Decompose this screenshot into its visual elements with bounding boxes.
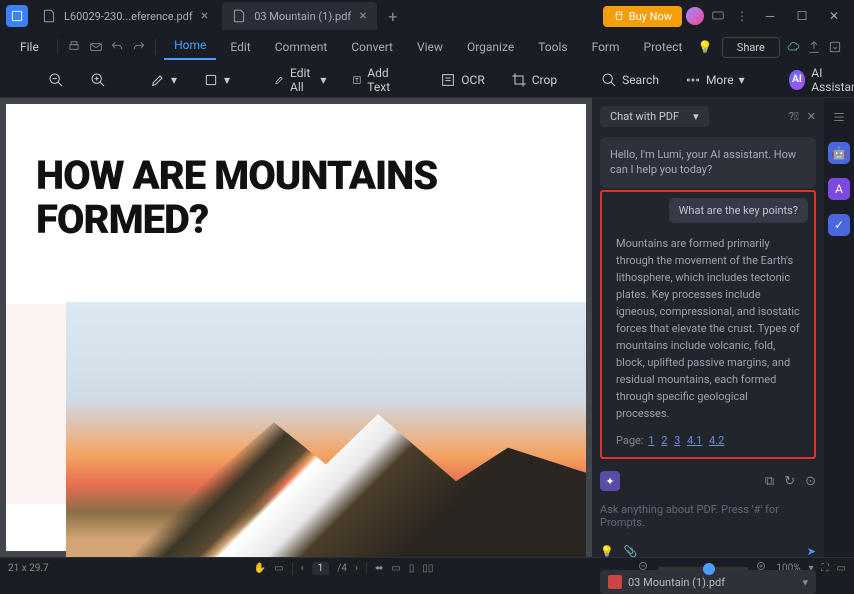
- ai-panel: Chat with PDF▾ ?⃝ ✕ Hello, I'm Lumi, you…: [592, 98, 824, 557]
- mail-icon[interactable]: [87, 36, 104, 58]
- upload-icon[interactable]: [805, 36, 822, 58]
- menu-tools[interactable]: Tools: [528, 36, 577, 58]
- next-page-icon[interactable]: ›: [355, 563, 358, 574]
- search-tool[interactable]: Search: [593, 68, 667, 92]
- crop-tool[interactable]: Crop: [503, 68, 565, 92]
- page-total: /4: [337, 563, 347, 574]
- history-icon[interactable]: ↻: [784, 474, 795, 489]
- menu-edit[interactable]: Edit: [220, 36, 260, 58]
- tab-1[interactable]: L60029-230...eference.pdf ×: [32, 2, 218, 30]
- fit-page-icon[interactable]: ▭: [391, 563, 400, 574]
- page-link[interactable]: 3: [674, 434, 680, 447]
- shape-tool[interactable]: ▾: [195, 68, 238, 92]
- chat-mode-select[interactable]: Chat with PDF▾: [600, 106, 709, 127]
- menu-organize[interactable]: Organize: [457, 36, 524, 58]
- menu-form[interactable]: Form: [582, 36, 630, 58]
- maximize-button[interactable]: ☐: [788, 2, 816, 30]
- share-button[interactable]: Share: [722, 37, 780, 58]
- zoom-out-button[interactable]: [40, 68, 72, 92]
- app-icon: [6, 5, 28, 27]
- add-tab-button[interactable]: +: [381, 4, 405, 28]
- buy-now-button[interactable]: Buy Now: [603, 6, 682, 27]
- message-icon[interactable]: [708, 6, 728, 26]
- zoom-in-button[interactable]: [82, 68, 114, 92]
- menu-home[interactable]: Home: [164, 34, 216, 60]
- minimize-button[interactable]: ─: [756, 2, 784, 30]
- right-rail: 🤖 A ✓: [824, 98, 854, 557]
- prev-page-icon[interactable]: ‹: [301, 563, 304, 574]
- close-icon[interactable]: ×: [201, 8, 208, 24]
- cloud-icon[interactable]: [784, 36, 801, 58]
- zoom-slider[interactable]: [658, 567, 748, 571]
- single-page-icon[interactable]: ▯: [409, 563, 415, 574]
- close-button[interactable]: ✕: [820, 2, 848, 30]
- ocr-tool[interactable]: OCR: [432, 68, 492, 92]
- page-link[interactable]: 1: [648, 434, 654, 447]
- tab-2-label: 03 Mountain (1).pdf: [254, 10, 351, 23]
- page: HOW ARE MOUNTAINS FORMED?: [6, 104, 586, 551]
- menu-protect[interactable]: Protect: [634, 36, 693, 58]
- page-references: Page: 1 2 3 4.1 4.2: [608, 434, 808, 451]
- add-text-tool[interactable]: Add Text: [344, 62, 404, 98]
- hand-tool-icon[interactable]: ✋: [254, 563, 266, 574]
- menu-convert[interactable]: Convert: [341, 36, 403, 58]
- redo-icon[interactable]: [130, 36, 147, 58]
- tab-1-label: L60029-230...eference.pdf: [64, 10, 193, 23]
- document-viewport[interactable]: HOW ARE MOUNTAINS FORMED?: [0, 98, 592, 557]
- edit-all-tool[interactable]: Edit All▾: [266, 62, 334, 98]
- undo-icon[interactable]: [108, 36, 125, 58]
- kebab-menu-icon[interactable]: ⋮: [732, 6, 752, 26]
- chat-bot-icon[interactable]: 🤖: [828, 142, 850, 164]
- sliders-icon[interactable]: [828, 106, 850, 128]
- two-page-icon[interactable]: ▯▯: [422, 563, 433, 574]
- ai-feature-icon[interactable]: A: [828, 178, 850, 200]
- highlighter-tool[interactable]: ▾: [142, 68, 185, 92]
- chat-input[interactable]: Ask anything about PDF. Press '#' for Pr…: [600, 497, 816, 535]
- menu-view[interactable]: View: [407, 36, 453, 58]
- check-icon[interactable]: ✓: [828, 214, 850, 236]
- menu-comment[interactable]: Comment: [265, 36, 338, 58]
- copy-icon[interactable]: ⧉: [765, 474, 774, 489]
- highlighted-exchange: What are the key points? Mountains are f…: [600, 190, 816, 460]
- export-icon[interactable]: [827, 36, 844, 58]
- ai-assistant-button[interactable]: AIAI Assistant▾: [781, 62, 854, 98]
- page-link[interactable]: 4.2: [709, 434, 724, 447]
- fullscreen-icon[interactable]: ⛶: [822, 563, 829, 574]
- send-icon[interactable]: ➤: [807, 545, 816, 558]
- page-number-input[interactable]: 1: [312, 562, 330, 575]
- reading-mode-icon[interactable]: ▭: [837, 563, 846, 574]
- help-icon[interactable]: ?⃝: [789, 110, 799, 123]
- chevron-down-icon[interactable]: ▾: [802, 576, 808, 589]
- page-title: HOW ARE MOUNTAINS FORMED?: [36, 154, 556, 242]
- page-dimensions: 21 x 29.7: [8, 563, 49, 574]
- avatar[interactable]: [686, 7, 704, 25]
- print-icon[interactable]: [66, 36, 83, 58]
- tab-2[interactable]: 03 Mountain (1).pdf ×: [222, 2, 377, 30]
- sparkle-icon[interactable]: ✦: [600, 471, 620, 491]
- lightbulb-icon[interactable]: 💡: [696, 36, 713, 58]
- close-panel-icon[interactable]: ✕: [807, 110, 816, 123]
- assistant-answer: Mountains are formed primarily through t…: [608, 229, 808, 429]
- settings-icon[interactable]: ⊙: [805, 474, 816, 489]
- document-image: [66, 302, 586, 557]
- user-message: What are the key points?: [669, 198, 808, 223]
- lightbulb-icon[interactable]: 💡: [600, 545, 614, 558]
- fit-width-icon[interactable]: ⬌: [375, 563, 383, 574]
- select-tool-icon[interactable]: ▭: [274, 563, 283, 574]
- page-link[interactable]: 2: [661, 434, 667, 447]
- page-link[interactable]: 4.1: [687, 434, 702, 447]
- pdf-icon: [608, 575, 622, 589]
- more-tool[interactable]: More▾: [677, 68, 753, 92]
- file-menu[interactable]: File: [10, 40, 49, 54]
- assistant-greeting: Hello, I'm Lumi, your AI assistant. How …: [600, 137, 816, 188]
- attach-icon[interactable]: 📎: [624, 545, 638, 558]
- close-icon[interactable]: ×: [359, 8, 366, 24]
